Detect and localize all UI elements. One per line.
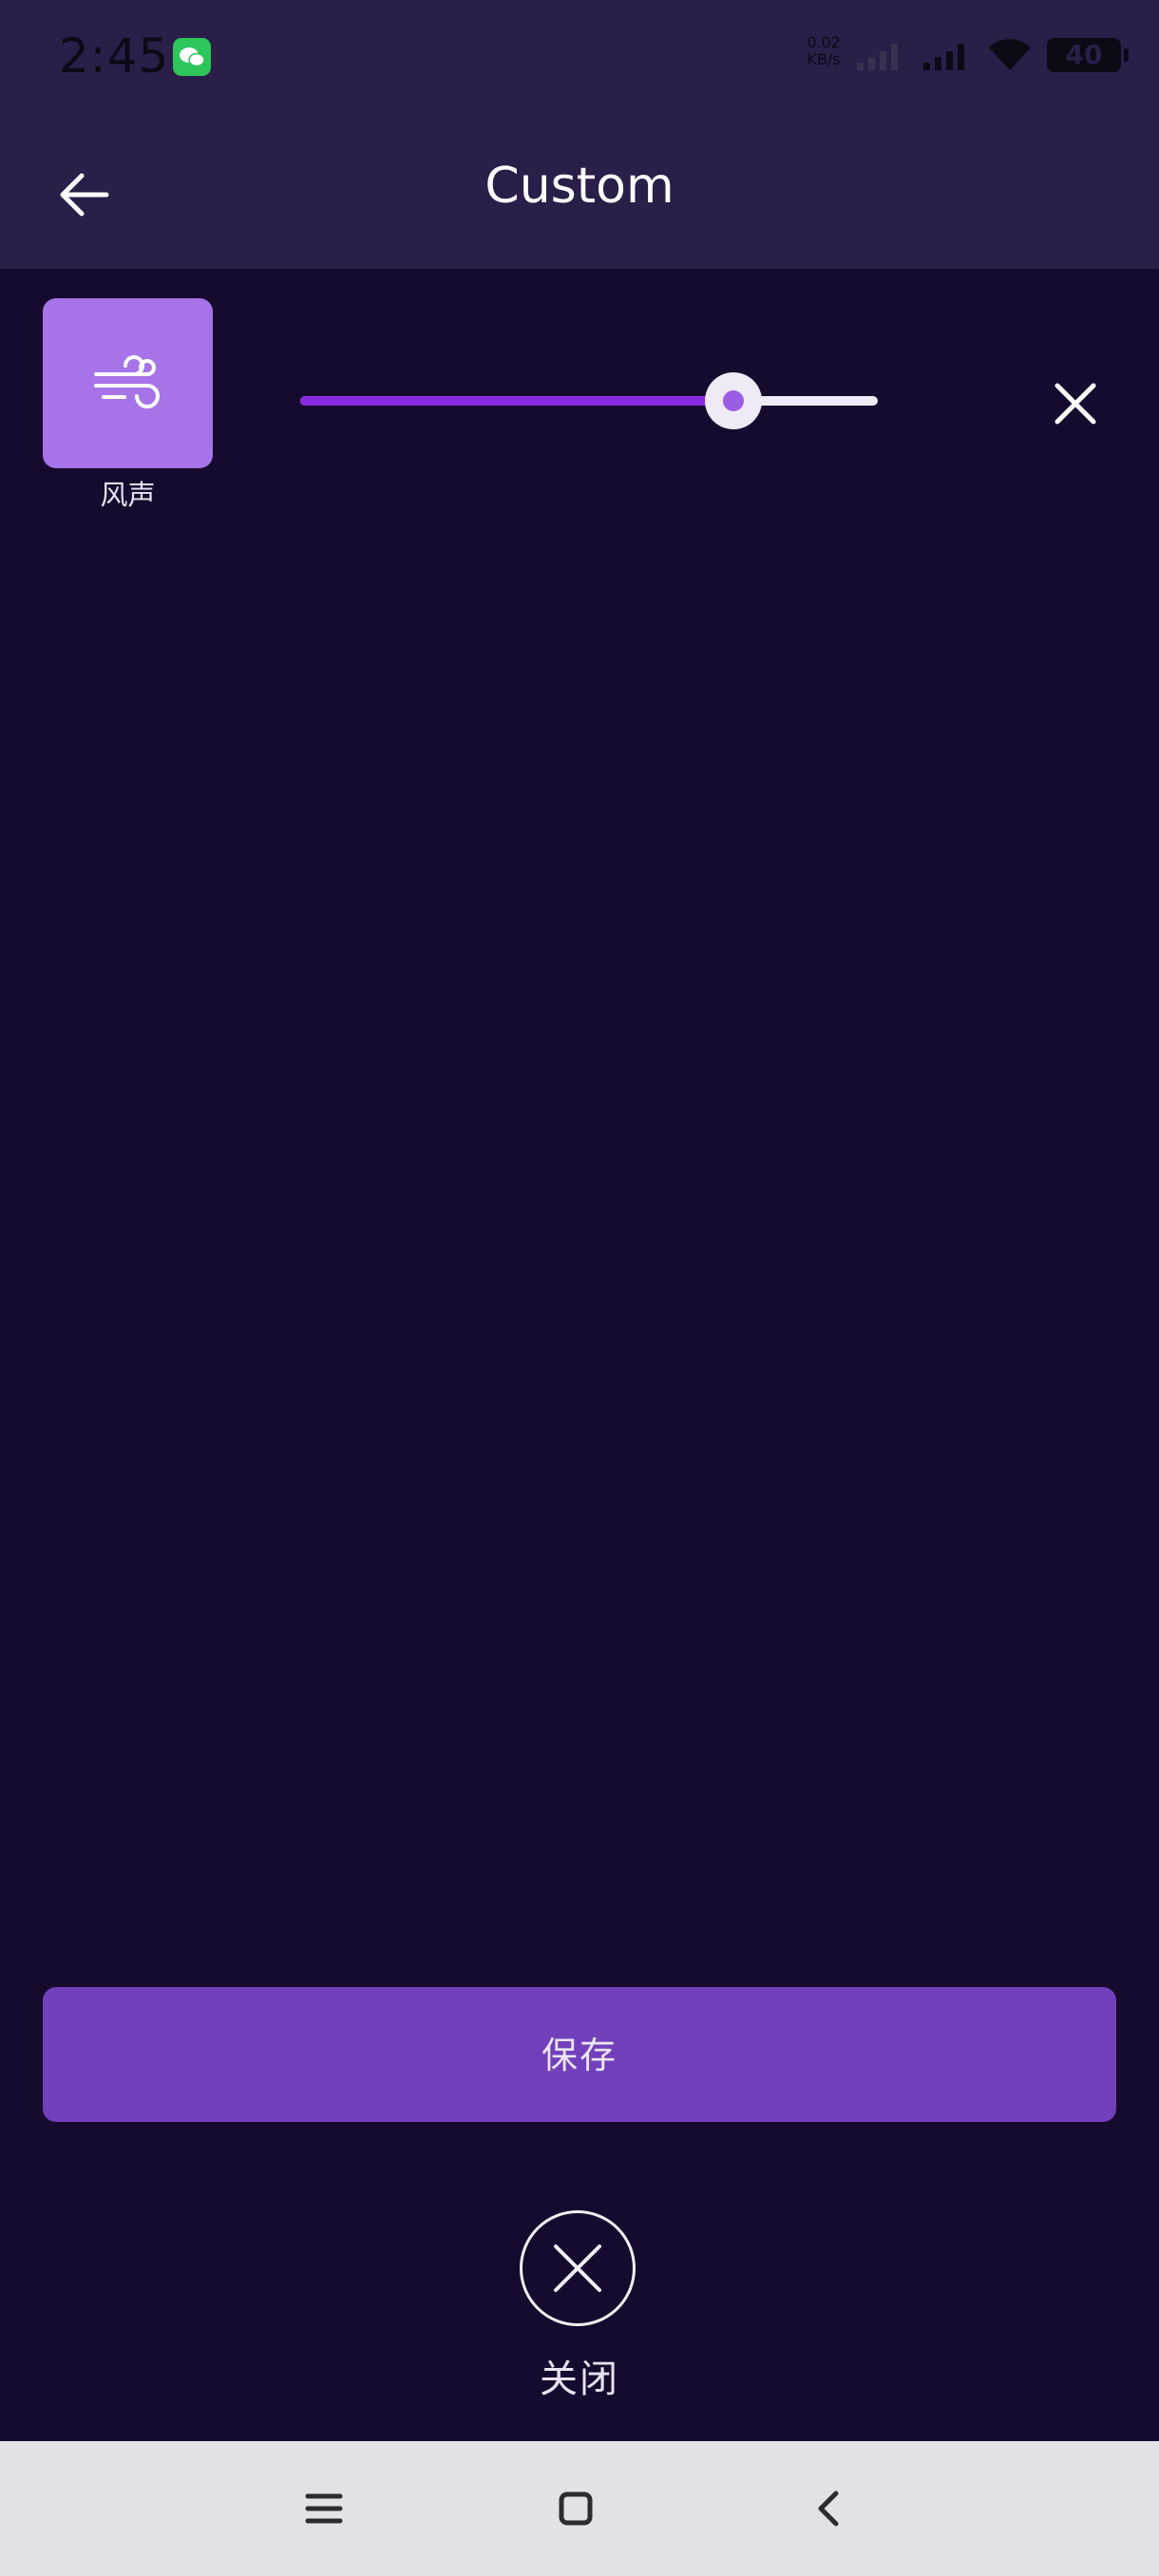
status-bar: 2:45 0.02 KB/s 40 (0, 0, 1159, 114)
save-button[interactable]: 保存 (43, 1987, 1116, 2122)
wechat-notification-icon (173, 38, 211, 76)
app-bar: Custom (0, 114, 1159, 269)
close-icon (1054, 383, 1096, 425)
square-home-icon (559, 2491, 593, 2526)
signal-icon-sim2 (855, 40, 908, 76)
battery-indicator: 40 (1047, 38, 1129, 72)
sound-label: 风声 (100, 479, 156, 511)
close-label: 关闭 (540, 2358, 619, 2401)
slider-fill (300, 396, 733, 406)
volume-slider[interactable] (300, 372, 878, 429)
top-bar: 2:45 0.02 KB/s 40 Custom (0, 0, 1159, 269)
wind-icon (93, 354, 160, 408)
signal-icon-sim1 (922, 40, 975, 76)
home-button[interactable] (542, 2475, 609, 2542)
chevron-left-icon (818, 2491, 839, 2527)
recents-button[interactable] (291, 2475, 357, 2542)
slider-thumb[interactable] (705, 372, 762, 429)
back-nav-button[interactable] (794, 2475, 861, 2542)
close-icon (554, 2245, 601, 2292)
sound-tile-wind[interactable] (43, 298, 213, 468)
menu-icon (305, 2493, 343, 2524)
close-button[interactable] (520, 2210, 636, 2326)
system-nav-bar (0, 2441, 1159, 2576)
remove-sound-button[interactable] (1047, 375, 1104, 432)
page-title: Custom (484, 158, 674, 215)
status-time: 2:45 (59, 28, 170, 84)
network-speed: 0.02 KB/s (807, 33, 841, 68)
wifi-icon (986, 36, 1034, 78)
